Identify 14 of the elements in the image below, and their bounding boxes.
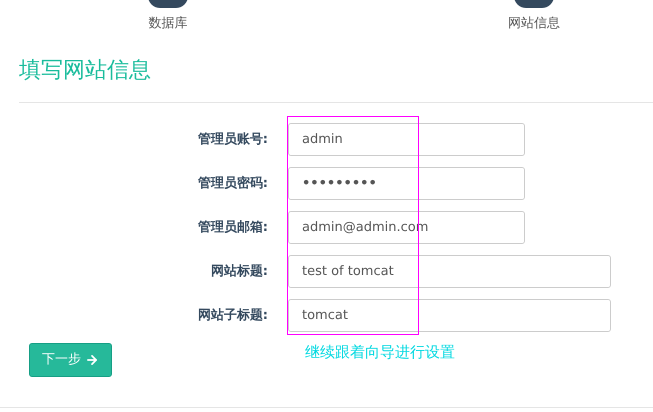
input-field[interactable]: tomcat [288, 299, 611, 332]
arrow-right-icon [85, 353, 99, 367]
field-label: 管理员密码: [196, 174, 269, 193]
input-field[interactable]: test of tomcat [288, 255, 611, 288]
step-label: 数据库 [148, 17, 188, 30]
step-label: 网站信息 [508, 17, 560, 30]
field-label: 管理员邮箱: [196, 218, 269, 237]
password-field[interactable]: ••••••••• [288, 167, 525, 200]
page-title: 填写网站信息 [19, 57, 152, 85]
input-field[interactable]: admin [288, 123, 525, 156]
field-label: 管理员账号: [196, 130, 269, 149]
field-label: 网站标题: [210, 262, 269, 281]
annotation-text: 继续跟着向导进行设置 [305, 342, 455, 363]
field-label: 网站子标题: [196, 306, 269, 325]
